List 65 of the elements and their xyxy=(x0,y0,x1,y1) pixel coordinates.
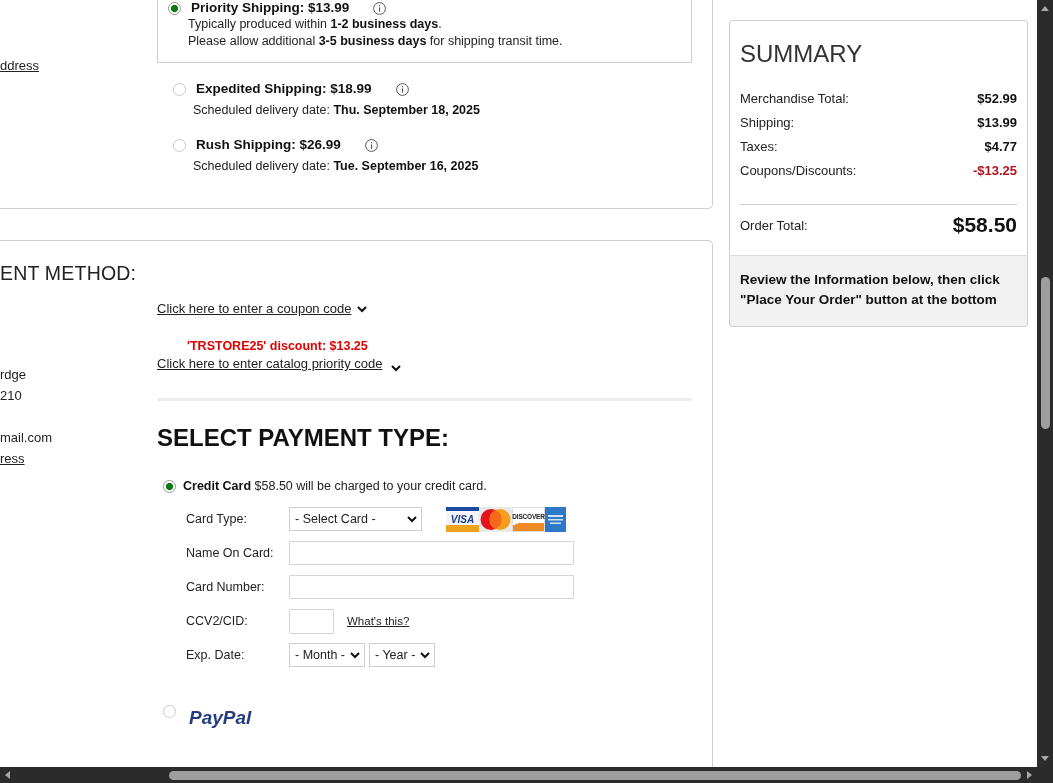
summary-value: $52.99 xyxy=(977,90,1017,106)
shipping-detail-text: Scheduled delivery date: Tue. September 16, 2025 xyxy=(193,158,479,175)
text-field[interactable] xyxy=(289,541,574,565)
priority-code-link[interactable]: Click here to enter catalog priority code xyxy=(157,355,383,373)
summary-value: $4.77 xyxy=(984,138,1017,154)
payment-option-label: Credit Card $58.50 will be charged to your credit card. xyxy=(183,478,487,495)
dropdown[interactable]: - Select Card - xyxy=(289,507,422,531)
coupon-link[interactable]: Click here to enter a coupon code xyxy=(157,300,352,318)
summary-label: Shipping: xyxy=(740,114,795,130)
scrollbar-thumb[interactable] xyxy=(1040,277,1050,429)
scroll-down-arrow-icon[interactable] xyxy=(1041,755,1049,762)
info-icon[interactable] xyxy=(373,1,387,15)
card-brand-logo: VISA xyxy=(446,506,479,532)
overlapping-circles-icon xyxy=(479,506,512,532)
total-value: $58.50 xyxy=(952,213,1017,237)
radio-button[interactable] xyxy=(163,705,176,718)
chevron-down-icon xyxy=(357,305,368,313)
shipping-detail-text: Typically produced within 1-2 business days. xyxy=(188,16,442,33)
chevron-down-icon xyxy=(420,651,431,659)
shipping-detail-text: Please allow additional 3-5 business days for shipping transit time. xyxy=(188,33,563,50)
card-tile-icon xyxy=(545,506,566,532)
radio-button[interactable] xyxy=(173,82,186,96)
shipping-option-label: Priority Shipping: $13.99 xyxy=(191,0,350,16)
text-field[interactable] xyxy=(289,608,334,634)
shipping-detail-text: Scheduled delivery date: Thu. September 18, 2025 xyxy=(193,102,480,119)
radio-button[interactable] xyxy=(173,138,186,152)
address-text: 210 xyxy=(0,387,22,405)
address-text: rdge xyxy=(0,366,27,384)
summary-label: Taxes: xyxy=(740,138,778,154)
radio-button[interactable] xyxy=(163,479,176,493)
summary-title: SUMMARY xyxy=(740,39,863,69)
shipping-option-label: Expedited Shipping: $18.99 xyxy=(196,81,372,97)
summary-value: -$13.25 xyxy=(972,162,1017,178)
radio-button[interactable] xyxy=(168,1,181,15)
field-label: Exp. Date: xyxy=(186,647,245,664)
help-link[interactable]: What's this? xyxy=(347,615,410,627)
summary-value: $13.99 xyxy=(977,114,1017,130)
field-label: CCV2/CID: xyxy=(186,613,248,630)
field-label: Card Type: xyxy=(186,511,247,528)
shipping-option-label: Rush Shipping: $26.99 xyxy=(196,137,341,153)
chevron-down-icon xyxy=(391,365,402,372)
address-text: mail.com xyxy=(0,429,52,447)
scroll-right-arrow-icon[interactable] xyxy=(1026,771,1033,779)
text-link[interactable]: ddress xyxy=(0,55,40,76)
section-heading: ENT METHOD: xyxy=(0,261,137,285)
summary-note: Review the Information below, then click "Place Your Order" button at the bottom xyxy=(740,271,1001,309)
chevron-down-icon xyxy=(407,515,417,523)
scroll-left-arrow-icon[interactable] xyxy=(4,771,11,779)
summary-label: Merchandise Total: xyxy=(740,90,849,106)
total-label: Order Total: xyxy=(740,217,808,233)
text-field[interactable] xyxy=(289,575,574,599)
info-icon[interactable] xyxy=(364,138,378,152)
chevron-down-icon xyxy=(350,651,360,659)
dropdown[interactable]: - Month - xyxy=(289,643,365,667)
field-label: Name On Card: xyxy=(186,545,274,562)
info-icon[interactable] xyxy=(395,82,409,96)
section-heading: SELECT PAYMENT TYPE: xyxy=(157,423,450,453)
dropdown[interactable]: - Year - xyxy=(369,643,436,667)
paypal-logo: PayPal xyxy=(189,707,252,729)
discount-note: 'TRSTORE25' discount: $13.25 xyxy=(187,338,368,355)
text-link[interactable]: ress xyxy=(0,448,25,469)
field-label: Card Number: xyxy=(186,579,265,596)
scrollbar-thumb[interactable] xyxy=(169,770,1021,780)
summary-label: Coupons/Discounts: xyxy=(740,162,857,178)
scroll-up-arrow-icon[interactable] xyxy=(1041,5,1049,12)
